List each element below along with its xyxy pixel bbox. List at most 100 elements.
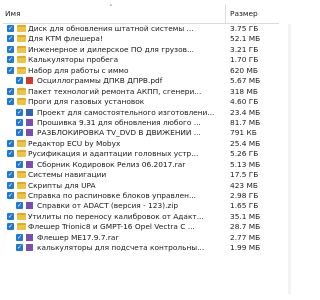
file-list-item[interactable]: ✓ Утилиты по переносу калибровок от Адакт… — [3, 212, 279, 222]
file-name: Системы навигации — [28, 170, 107, 180]
file-list-item[interactable]: ✓ Скрипты для UPA 423 МБ — [3, 181, 279, 191]
file-list-item[interactable]: ✓ Диск для обновления штатной системы ...… — [3, 24, 279, 34]
file-list-item[interactable]: ✓ РАЗБЛОКИРОВКА TV_DVD В ДВИЖЕНИИ ... 791 … — [3, 128, 279, 138]
column-divider[interactable] — [225, 4, 226, 23]
folder-icon — [17, 35, 26, 43]
file-name: Набор для работы с иммо — [28, 65, 129, 75]
file-size: 3.21 ГБ — [230, 44, 259, 54]
file-list-item[interactable]: ✓ Флешер МЕ17.9.7.rar 2.77 МБ — [3, 233, 279, 243]
checkbox-icon[interactable]: ✓ — [7, 45, 14, 53]
checkbox-icon[interactable]: ✓ — [16, 77, 23, 85]
file-name: Прошивка 9.31 для обновления любого ... — [37, 117, 201, 127]
folder-icon — [17, 25, 26, 32]
folder-icon — [17, 139, 26, 147]
file-list-item[interactable]: ✓ Проги для газовых установок 4.60 ГБ — [3, 97, 279, 107]
checkbox-icon[interactable]: ✓ — [7, 66, 14, 74]
rar-file-icon — [26, 233, 33, 241]
file-list-item[interactable]: ✓ Справка по распиновке блоков управлен..… — [3, 191, 279, 201]
file-list-item[interactable]: ✓ Сборник Кодировок Релиз 06.2017.rar 5.13… — [3, 160, 279, 170]
folder-icon — [17, 192, 26, 199]
file-size: 318 МБ — [230, 86, 258, 96]
checkbox-icon[interactable]: ✓ — [7, 98, 14, 106]
file-list-item[interactable]: ✓ Калькуляторы пробега 1.70 ГБ — [3, 55, 279, 65]
file-list-item[interactable]: ✓ Для КТМ флешера! 52.1 МБ — [3, 34, 279, 44]
file-name: Флешер Trionic8 и GMPT-16 Opel Vectra C … — [28, 222, 195, 232]
checkbox-icon[interactable]: ✓ — [7, 25, 14, 32]
sort-arrow-icon[interactable]: ˄ — [109, 4, 113, 12]
file-list-panel: Имя ˄ Размер ✓ Диск для обновления штатно… — [0, 0, 300, 300]
folder-icon — [17, 171, 26, 179]
file-size: 35.1 МБ — [230, 211, 261, 221]
folder-icon — [17, 150, 26, 158]
file-name: Сборник Кодировок Релиз 06.2017.rar — [37, 159, 186, 169]
file-name: Справка по распиновке блоков управлен... — [28, 191, 197, 200]
file-name: Осциллограммы ДПКВ ДПРВ.pdf — [37, 76, 163, 86]
file-name: Диск для обновления штатной системы ... — [28, 24, 194, 33]
file-name: Калькуляторы пробега — [28, 55, 119, 65]
checkbox-icon[interactable]: ✓ — [7, 181, 14, 189]
file-name: Русификация и адаптации головных устр... — [28, 149, 199, 159]
file-size: 1.70 ГБ — [230, 55, 259, 65]
file-list-item[interactable]: ✓ Инженерное и дилерское ПО для грузов...… — [3, 45, 279, 55]
checkbox-icon[interactable]: ✓ — [16, 244, 23, 252]
file-list-item[interactable]: ✓ Прошивка 9.31 для обновления любого ...… — [3, 118, 279, 128]
file-size: 3.75 ГБ — [230, 24, 259, 33]
file-name: РАЗБЛОКИРОВКА TV_DVD В ДВИЖЕНИИ ... — [37, 128, 201, 138]
rar-file-icon — [26, 160, 33, 168]
checkbox-icon[interactable]: ✓ — [16, 129, 23, 137]
rar-file-icon — [26, 118, 33, 126]
file-list-item[interactable]: ✓ Русификация и адаптации головных устр..… — [3, 149, 279, 159]
file-list-item[interactable]: ✓ Редактор ECU by Mobyx 25.4 МБ — [3, 139, 279, 149]
pdf-file-icon — [26, 77, 33, 85]
vertical-scrollbar[interactable] — [288, 24, 291, 294]
file-size: 25.4 МБ — [230, 138, 261, 148]
folder-icon — [17, 66, 26, 74]
file-name: калькуляторы для подсчета контрольны... — [37, 243, 205, 253]
file-size: 620 МБ — [230, 65, 258, 75]
file-name: Для КТМ флешера! — [28, 34, 103, 44]
file-list-item[interactable]: ✓ Осциллограммы ДПКВ ДПРВ.pdf 5.67 МБ — [3, 76, 279, 86]
file-list-item[interactable]: ✓ калькуляторы для подсчета контрольны...… — [3, 243, 279, 253]
file-size: 2.98 ГБ — [230, 191, 259, 200]
rar-file-icon — [26, 202, 33, 210]
file-size: 28.7 МБ — [230, 222, 261, 232]
file-list: ✓ Диск для обновления штатной системы ...… — [3, 24, 279, 254]
checkbox-icon[interactable]: ✓ — [7, 150, 14, 158]
checkbox-icon[interactable]: ✓ — [16, 160, 23, 168]
checkbox-icon[interactable]: ✓ — [7, 139, 14, 147]
file-size: 81.7 МБ — [230, 117, 261, 127]
checkbox-icon[interactable]: ✓ — [16, 233, 23, 241]
file-name: Проект для самостоятельного изготовлени.… — [37, 107, 215, 117]
file-name: Проги для газовых установок — [28, 97, 145, 107]
checkbox-icon[interactable]: ✓ — [16, 202, 23, 210]
folder-icon — [17, 56, 26, 64]
file-size: 5.13 МБ — [230, 159, 261, 169]
rar-file-icon — [26, 244, 33, 252]
file-list-item[interactable]: ✓ Набор для работы с иммо 620 МБ — [3, 66, 279, 76]
file-list-item[interactable]: ✓ Справки от ADACT (версия - 123).zip 1.65… — [3, 201, 279, 211]
size-column-header[interactable]: Размер — [230, 9, 258, 18]
checkbox-icon[interactable]: ✓ — [7, 212, 14, 220]
file-list-item[interactable]: ✓ Флешер Trionic8 и GMPT-16 Opel Vectra C… — [3, 222, 279, 232]
folder-icon — [17, 45, 26, 53]
rar-file-icon — [26, 129, 33, 137]
checkbox-icon[interactable]: ✓ — [7, 35, 14, 43]
file-name: Флешер МЕ17.9.7.rar — [37, 232, 119, 242]
file-name: Утилиты по переносу калибровок от Адакт.… — [28, 211, 204, 221]
checkbox-icon[interactable]: ✓ — [7, 56, 14, 64]
file-size: 5.67 МБ — [230, 76, 261, 86]
file-list-item[interactable]: ✓ Пакет технологий ремонта АКПП, сгенери.… — [3, 87, 279, 97]
file-name: Пакет технологий ремонта АКПП, сгенери..… — [28, 86, 202, 96]
file-list-item[interactable]: ✓ Системы навигации 17.5 ГБ — [3, 170, 279, 180]
checkbox-icon[interactable]: ✓ — [7, 87, 14, 95]
file-size: 1.99 МБ — [230, 243, 261, 253]
name-column-header[interactable]: Имя — [5, 9, 21, 18]
checkbox-icon[interactable]: ✓ — [7, 192, 14, 199]
folder-icon — [17, 87, 26, 95]
checkbox-icon[interactable]: ✓ — [7, 171, 14, 179]
file-list-item[interactable]: ✓ Проект для самостоятельного изготовлени… — [3, 108, 279, 118]
file-name: Справки от ADACT (версия - 123).zip — [37, 201, 179, 211]
checkbox-icon[interactable]: ✓ — [7, 223, 14, 231]
checkbox-icon[interactable]: ✓ — [16, 118, 23, 126]
checkbox-icon[interactable]: ✓ — [16, 108, 23, 116]
